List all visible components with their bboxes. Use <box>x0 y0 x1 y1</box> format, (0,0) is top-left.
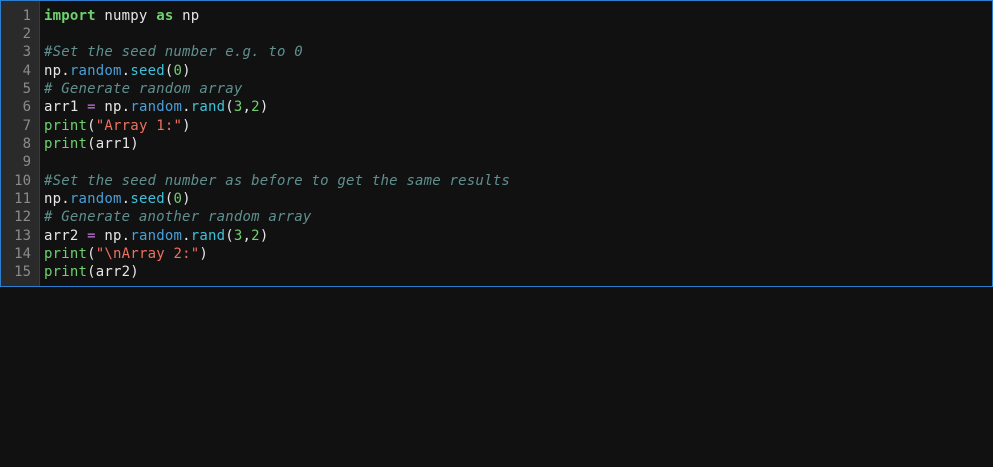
code-line[interactable]: np.random.seed(0) <box>44 190 191 208</box>
line-number: 10 <box>14 172 31 189</box>
code-token: ) <box>259 227 269 244</box>
code-token: , <box>242 99 252 116</box>
line-number: 2 <box>22 25 31 42</box>
code-line[interactable]: #Set the seed number e.g. to 0 <box>44 43 303 61</box>
line-number: 4 <box>22 62 31 79</box>
code-token: numpy <box>95 7 157 24</box>
line-number: 11 <box>14 191 31 207</box>
code-token: rand <box>190 227 226 244</box>
line-number: 15 <box>14 264 31 281</box>
code-token: = <box>87 99 96 116</box>
line-number: 8 <box>22 135 31 152</box>
code-token: print <box>44 264 88 281</box>
code-token: random <box>69 62 122 79</box>
code-line[interactable]: print(arr2) <box>44 263 139 281</box>
code-token: 3 <box>233 227 243 244</box>
code-token: , <box>242 227 252 244</box>
code-line[interactable]: print("\nArray 2:") <box>44 245 208 263</box>
code-token: "Array 1:" <box>95 117 183 134</box>
line-number-gutter: 1 2 3 4 5 6 7 8 9 10 11 12 13 14 15 <box>1 1 40 286</box>
line-number: 5 <box>22 80 31 97</box>
code-token: (arr1) <box>87 135 139 152</box>
code-line[interactable]: # Generate another random array <box>44 208 312 226</box>
line-number: 1 <box>22 7 31 24</box>
code-token: ( <box>87 246 96 263</box>
code-token: arr2 <box>44 227 88 244</box>
code-token: as <box>156 7 174 24</box>
code-token: ( <box>225 99 234 116</box>
code-token: ( <box>87 117 96 134</box>
output-area <box>0 287 993 467</box>
code-token: rand <box>190 99 226 116</box>
code-token: print <box>44 135 88 152</box>
code-token: 0 <box>173 62 183 79</box>
code-token: arr1 <box>44 99 88 116</box>
code-token: ( <box>225 227 234 244</box>
code-token: ) <box>182 117 191 134</box>
line-number: 3 <box>22 44 31 61</box>
code-token: # Generate another random array <box>44 209 312 226</box>
code-token: ) <box>199 246 208 263</box>
code-token: np. <box>95 227 131 244</box>
code-editor[interactable]: 1 2 3 4 5 6 7 8 9 10 11 12 13 14 15 import numpy as np… <box>0 0 993 287</box>
code-line[interactable]: np.random.seed(0) <box>44 62 191 80</box>
line-number: 12 <box>14 209 31 226</box>
line-number: 14 <box>14 246 31 263</box>
code-token: np. <box>95 99 131 116</box>
code-token: ) <box>259 99 269 116</box>
code-token: = <box>87 227 96 244</box>
code-token: np <box>173 7 200 24</box>
code-token: np. <box>44 191 70 207</box>
code-line[interactable]: # Generate random array <box>44 80 242 98</box>
code-token: ) <box>182 191 191 207</box>
line-number: 9 <box>22 154 31 171</box>
code-token: (arr2) <box>87 264 139 281</box>
code-token: 2 <box>251 99 260 116</box>
code-token: np. <box>44 62 70 79</box>
code-token: 3 <box>233 99 243 116</box>
code-token: print <box>44 117 88 134</box>
code-line[interactable]: arr2 = np.random.rand(3,2) <box>44 227 268 245</box>
code-token: 2 <box>251 227 260 244</box>
line-number: 7 <box>22 117 31 134</box>
code-line[interactable]: print(arr1) <box>44 135 139 153</box>
code-token: #Set the seed number e.g. to 0 <box>44 44 303 61</box>
code-token: # Generate random array <box>44 80 243 97</box>
code-line[interactable]: print("Array 1:") <box>44 117 191 135</box>
code-token: #Set the seed number as before to get th… <box>44 172 510 189</box>
code-token: random <box>69 191 122 207</box>
line-number: 13 <box>14 227 31 244</box>
code-token: "\nArray 2:" <box>95 246 200 263</box>
line-number: 6 <box>22 99 31 116</box>
code-line[interactable]: arr1 = np.random.rand(3,2) <box>44 98 268 116</box>
code-token: . <box>182 99 191 116</box>
code-token: 0 <box>173 191 183 207</box>
code-token: random <box>130 99 183 116</box>
code-token: seed <box>130 191 165 207</box>
code-area[interactable]: import numpy as np #Set the seed number e… <box>40 1 992 286</box>
code-token: random <box>130 227 183 244</box>
code-token: seed <box>130 62 165 79</box>
code-line[interactable]: import numpy as np <box>44 7 199 25</box>
code-token: import <box>44 7 96 24</box>
code-line[interactable]: #Set the seed number as before to get th… <box>44 172 510 190</box>
code-token: ) <box>182 62 191 79</box>
code-token: . <box>182 227 191 244</box>
code-token: print <box>44 246 88 263</box>
